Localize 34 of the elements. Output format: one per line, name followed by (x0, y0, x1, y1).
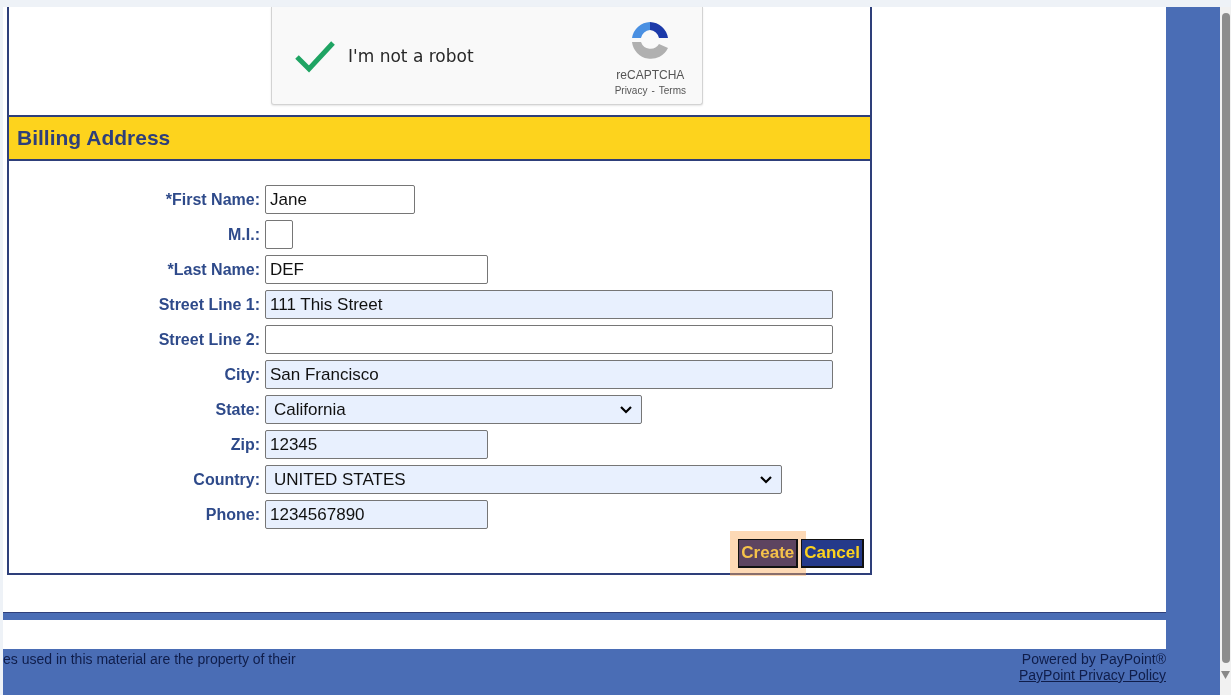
field-label: Street Line 1: (157, 295, 261, 314)
field-label: Phone: (204, 505, 261, 524)
input-field[interactable]: 12345 (265, 430, 488, 459)
input-field[interactable]: Jane (265, 185, 415, 214)
field-label: *Last Name: (166, 260, 261, 279)
footer-notice: es used in this material are the property of their (3, 651, 296, 669)
form-button[interactable]: Create (738, 539, 799, 568)
input-field[interactable]: 1234567890 (265, 500, 488, 529)
section-title: Billing Address (17, 126, 171, 150)
chevron-down-icon (759, 474, 773, 485)
field-label: City: (223, 365, 261, 384)
form-button[interactable]: Cancel (801, 539, 864, 568)
field-label: M.I.: (227, 225, 261, 244)
chevron-down-icon (619, 404, 633, 415)
captcha-label: I'm not a robot (348, 45, 475, 66)
input-field[interactable]: San Francisco (265, 360, 833, 389)
terms-link[interactable]: Terms (658, 84, 686, 96)
field-label: State: (214, 400, 261, 419)
input-field[interactable] (265, 325, 833, 354)
privacy-link[interactable]: Privacy (614, 84, 648, 96)
field-label: Zip: (229, 435, 261, 454)
link-separator: - (651, 84, 655, 96)
field-label: Country: (192, 470, 261, 489)
input-field[interactable]: 111 This Street (265, 290, 833, 319)
field-label: Street Line 2: (157, 330, 261, 349)
captcha-brand: reCAPTCHA (616, 67, 685, 82)
select-field[interactable]: UNITED STATES (265, 465, 782, 494)
field-label: *First Name: (164, 190, 261, 209)
input-field[interactable]: DEF (265, 255, 488, 284)
input-field[interactable] (265, 220, 293, 249)
scroll-down-icon[interactable] (1221, 671, 1230, 679)
powered-by-text: Powered by PayPoint® (1021, 651, 1166, 667)
select-field[interactable]: California (265, 395, 642, 424)
scrollbar[interactable] (1220, 7, 1231, 695)
